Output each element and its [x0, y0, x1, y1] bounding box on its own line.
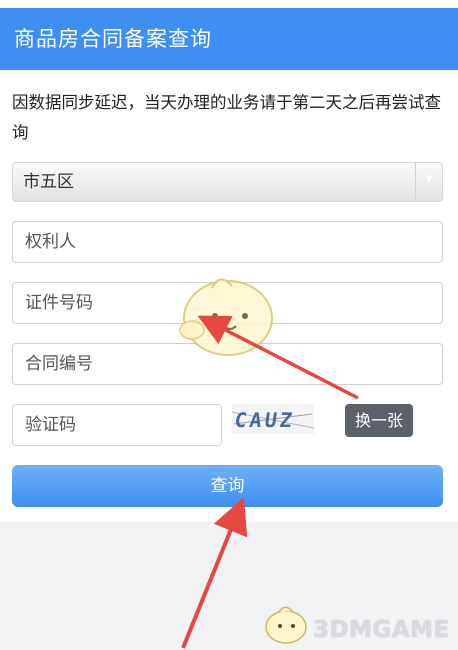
status-strip: [0, 0, 458, 8]
captcha-text: CAUZ: [233, 408, 296, 432]
owner-placeholder: 权利人: [25, 232, 76, 252]
contract-number-placeholder: 合同编号: [25, 354, 93, 374]
captcha-field[interactable]: 验证码: [12, 404, 222, 446]
id-number-placeholder: 证件号码: [25, 293, 93, 313]
watermark-text: 3DMGAME: [313, 617, 450, 643]
page-header: 商品房合同备案查询: [0, 8, 458, 70]
arrow-icon-lower: [181, 497, 248, 649]
id-number-field[interactable]: 证件号码: [12, 282, 443, 324]
refresh-captcha-button[interactable]: 换一张: [345, 404, 413, 437]
query-button[interactable]: 查询: [12, 465, 443, 507]
contract-number-field[interactable]: 合同编号: [12, 343, 443, 385]
district-select-value: 市五区: [23, 172, 74, 192]
district-select[interactable]: 市五区 ▼: [12, 162, 443, 202]
chevron-down-icon[interactable]: ▼: [415, 163, 442, 201]
sync-notice: 因数据同步延迟，当天办理的业务请于第二天之后再尝试查询: [12, 93, 441, 142]
page-title: 商品房合同备案查询: [14, 27, 212, 51]
owner-field[interactable]: 权利人: [12, 221, 443, 263]
captcha-image[interactable]: CAUZ: [231, 404, 315, 434]
captcha-placeholder: 验证码: [25, 415, 76, 435]
watermark-logo-icon: [265, 606, 307, 644]
